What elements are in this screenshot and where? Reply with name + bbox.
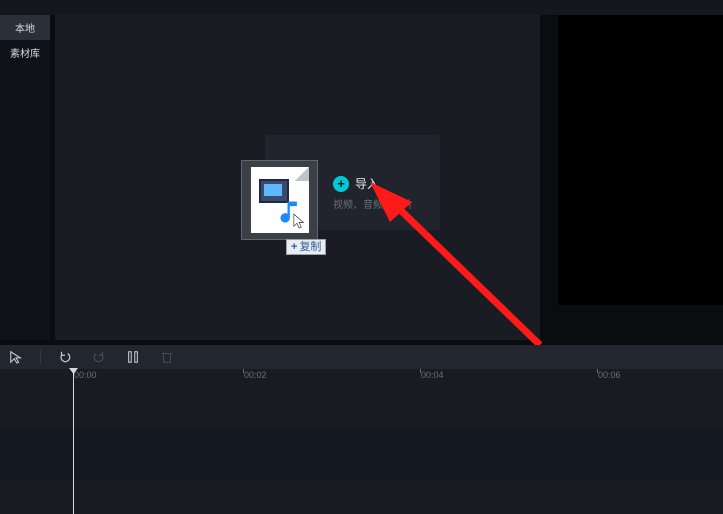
import-button[interactable]: + 导入 — [333, 175, 413, 192]
menu-bar — [0, 0, 723, 15]
selection-tool-icon[interactable] — [6, 348, 26, 366]
timeline[interactable]: 00:00 00:02 00:04 00:06 — [0, 369, 723, 514]
import-label: 导入 — [355, 175, 379, 192]
import-subtext: 视频、音频、图片 — [333, 196, 413, 211]
time-label: 00:04 — [421, 370, 444, 380]
timeline-toolbar — [0, 345, 723, 369]
playhead[interactable] — [73, 369, 74, 514]
cursor-arrow-icon — [293, 213, 307, 231]
sidebar-item-label: 本地 — [15, 20, 35, 35]
split-tool-icon[interactable] — [123, 348, 143, 366]
app-root: 本地 素材库 + 导入 视频、音频、图片 — [0, 0, 723, 514]
toolbar-separator — [40, 350, 41, 364]
plus-circle-icon: + — [333, 176, 349, 192]
time-ruler[interactable]: 00:00 00:02 00:04 00:06 — [0, 369, 723, 383]
redo-icon[interactable] — [89, 348, 109, 366]
drag-badge-label: 复制 — [299, 240, 321, 254]
plus-icon: + — [291, 240, 297, 254]
import-content: + 导入 视频、音频、图片 — [333, 175, 413, 211]
preview-viewport[interactable] — [558, 15, 723, 305]
undo-icon[interactable] — [55, 348, 75, 366]
sidebar-item-local[interactable]: 本地 — [0, 15, 50, 40]
time-label: 00:00 — [74, 370, 97, 380]
video-track[interactable] — [0, 429, 723, 479]
sidebar-item-label: 素材库 — [10, 45, 40, 60]
preview-panel — [550, 15, 723, 340]
sidebar: 本地 素材库 — [0, 15, 50, 340]
time-label: 00:06 — [598, 370, 621, 380]
time-label: 00:02 — [244, 370, 267, 380]
drag-copy-badge: + 复制 — [286, 239, 326, 255]
delete-tool-icon[interactable] — [157, 348, 177, 366]
media-panel[interactable]: + 导入 视频、音频、图片 + 复制 — [55, 15, 540, 340]
sidebar-item-library[interactable]: 素材库 — [0, 40, 50, 65]
